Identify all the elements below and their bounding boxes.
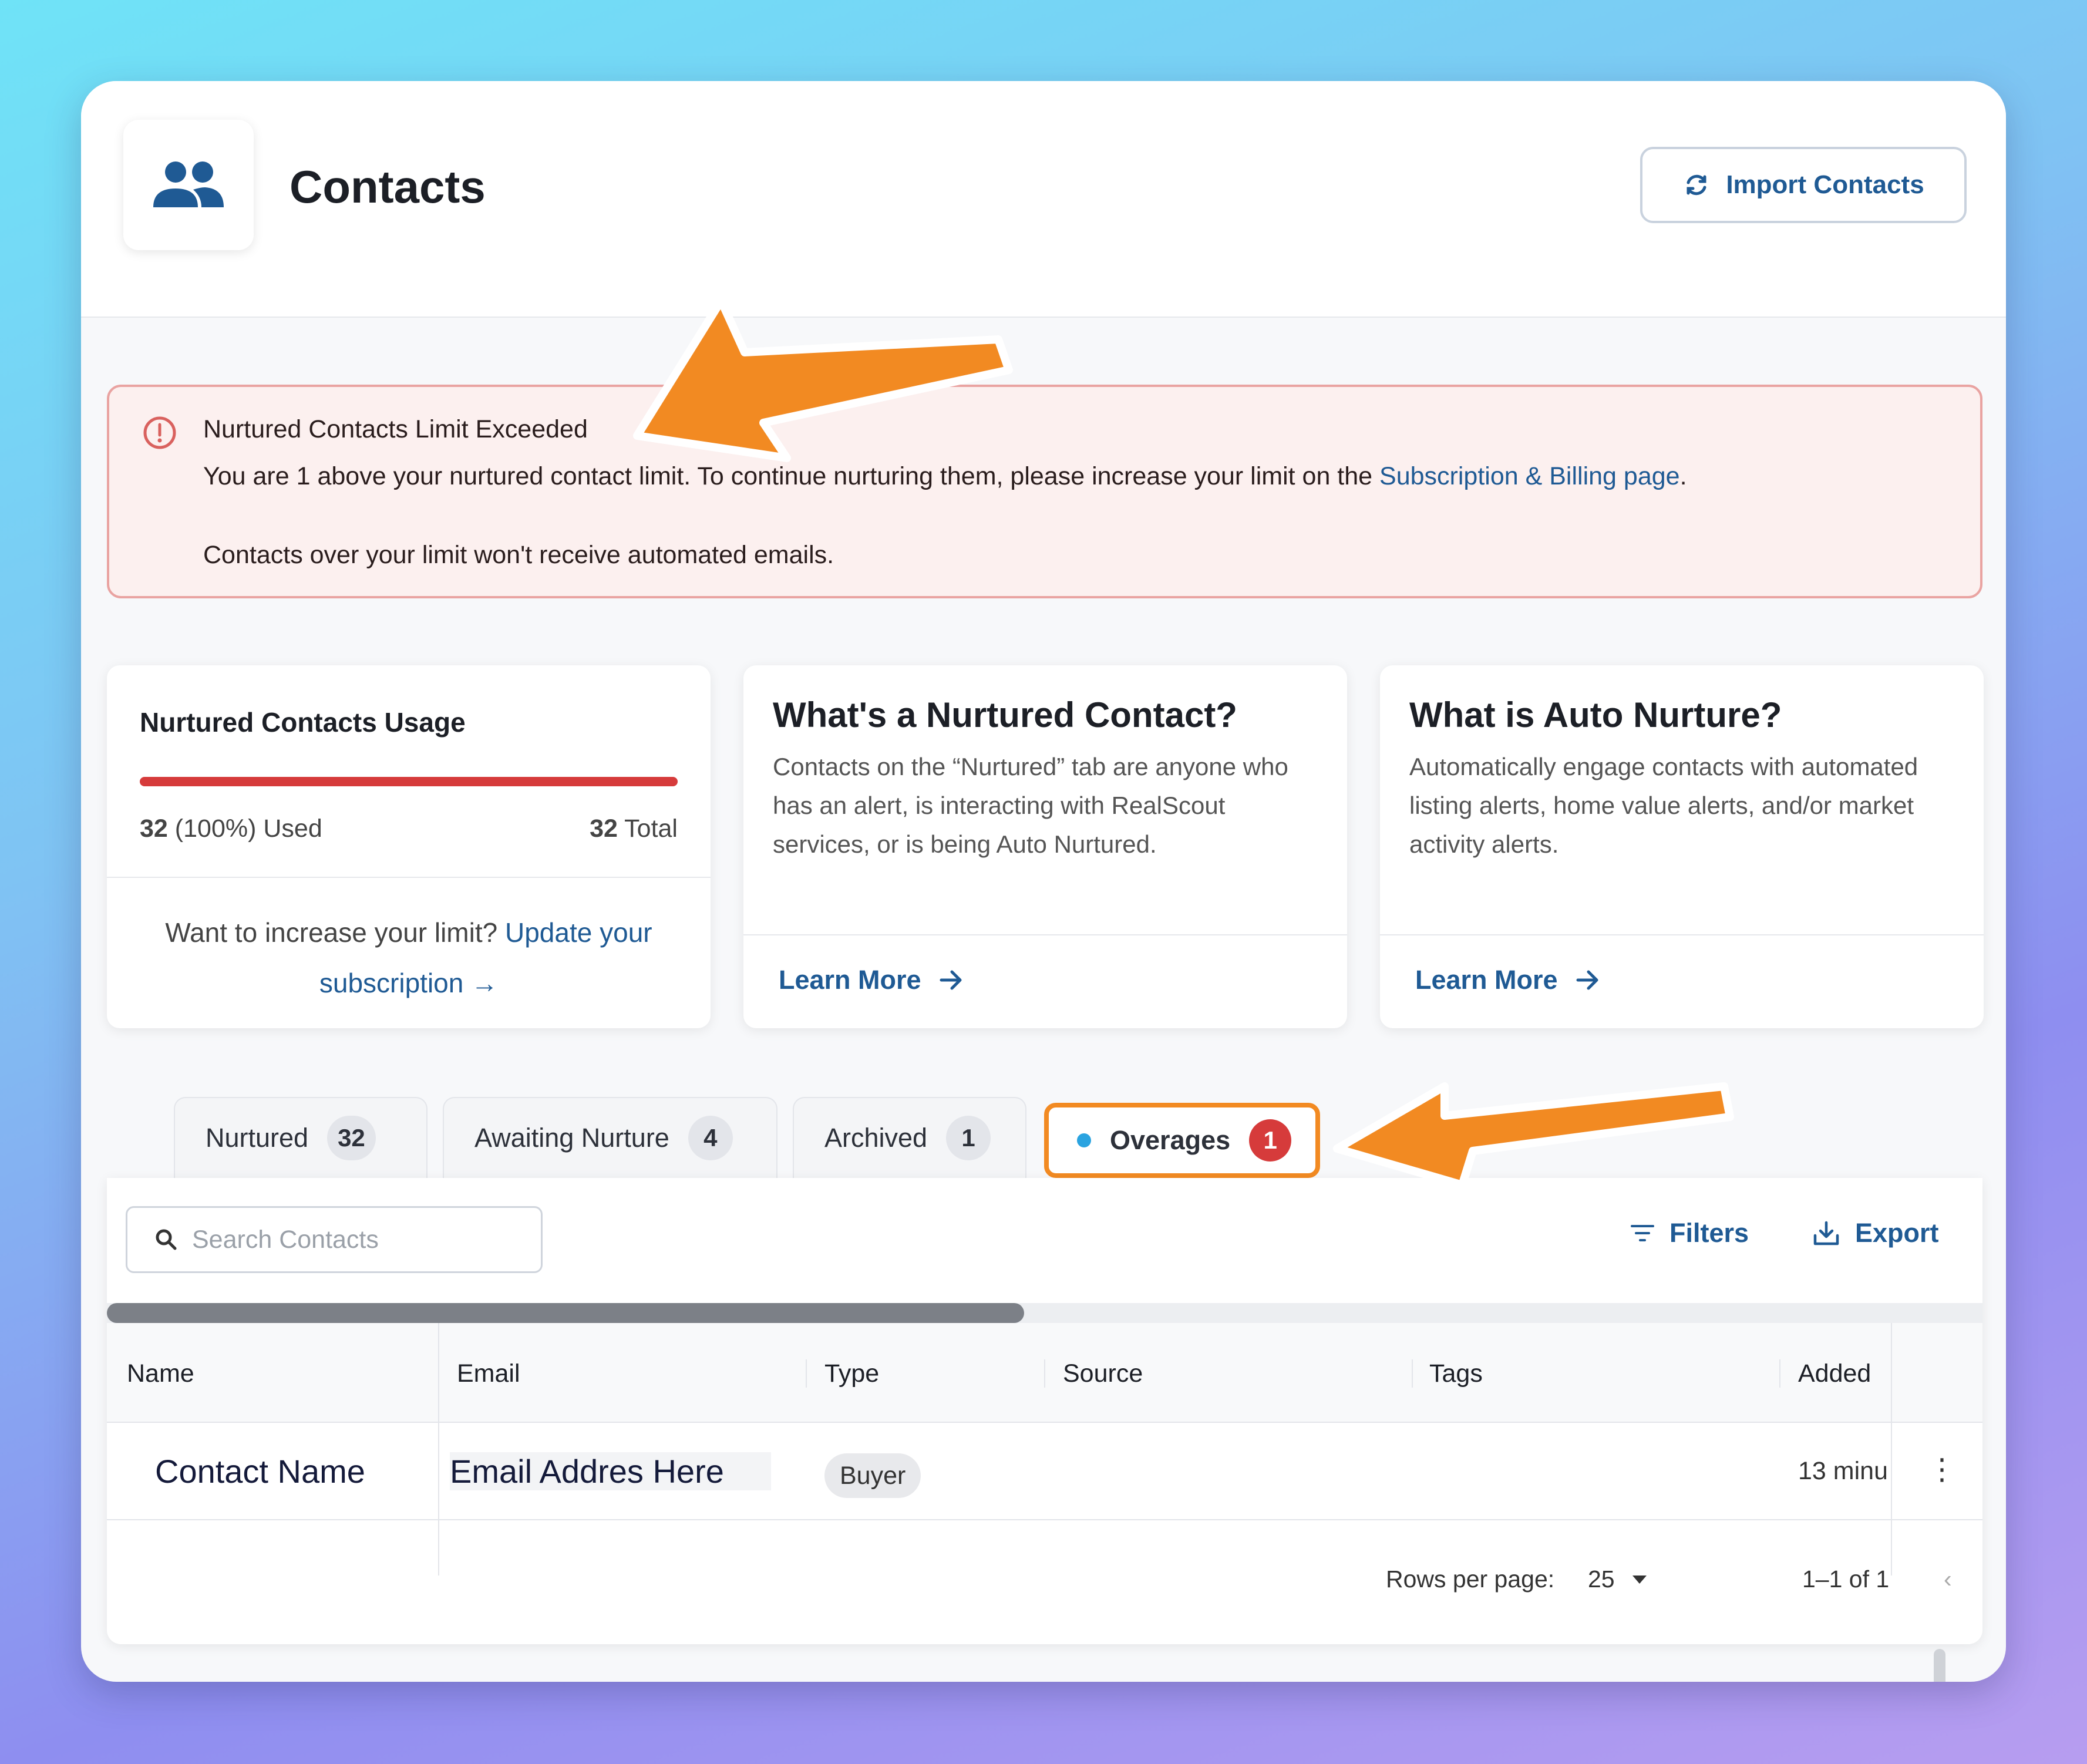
page-header: Contacts Import Contacts	[81, 81, 2006, 318]
tab-nurtured[interactable]: Nurtured 32	[174, 1097, 428, 1178]
info-card-auto-nurture: What is Auto Nurture? Automatically enga…	[1380, 665, 1984, 1028]
column-header-source[interactable]: Source	[1063, 1359, 1143, 1388]
filters-label: Filters	[1669, 1218, 1749, 1248]
column-separator	[1044, 1359, 1045, 1388]
more-options-icon[interactable]: ⋮	[1927, 1452, 1957, 1486]
info-card-nurtured-contact: What's a Nurtured Contact? Contacts on t…	[743, 665, 1347, 1028]
card-divider	[1380, 934, 1984, 935]
table-header: Name Email Type Source Tags Added	[107, 1323, 1982, 1423]
card-divider	[743, 934, 1347, 935]
subscription-billing-link[interactable]: Subscription & Billing page	[1379, 462, 1680, 490]
usage-total-label: Total	[624, 814, 678, 843]
import-contacts-button[interactable]: Import Contacts	[1640, 147, 1967, 223]
tab-label: Awaiting Nurture	[474, 1123, 669, 1153]
people-icon	[153, 161, 224, 207]
alert-message-text: You are 1 above your nurtured contact li…	[203, 462, 1380, 490]
info-card-body: Automatically engage contacts with autom…	[1409, 753, 1918, 858]
download-icon	[1813, 1221, 1839, 1245]
rows-per-page-value: 25	[1588, 1566, 1615, 1593]
column-separator	[1779, 1359, 1780, 1388]
alert-title: Nurtured Contacts Limit Exceeded	[203, 415, 588, 443]
tab-label: Overages	[1110, 1125, 1231, 1155]
info-card-title: What is Auto Nurture?	[1409, 695, 1782, 735]
arrow-right-icon	[1576, 970, 1598, 990]
usage-used: 32 (100%) Used	[140, 814, 322, 843]
contacts-logo	[123, 120, 254, 250]
learn-more-link[interactable]: Learn More	[1415, 965, 1600, 995]
export-label: Export	[1855, 1218, 1939, 1248]
column-header-name[interactable]: Name	[127, 1359, 194, 1388]
column-header-email[interactable]: Email	[457, 1359, 520, 1388]
rows-per-page-select[interactable]: 25	[1588, 1566, 1647, 1593]
app-window: Contacts Import Contacts Nurtured Contac…	[81, 81, 2006, 1682]
search-placeholder: Search Contacts	[192, 1225, 379, 1254]
usage-progress-bar	[140, 777, 678, 786]
learn-more-label: Learn More	[1415, 965, 1558, 995]
tab-count-badge: 1	[1249, 1119, 1292, 1162]
contact-email: Email Addres Here	[450, 1452, 771, 1490]
usage-used-value: 32	[140, 814, 168, 843]
page-title: Contacts	[290, 161, 486, 213]
update-subscription-link-cont[interactable]: subscription →	[319, 968, 498, 998]
learn-more-label: Learn More	[779, 965, 921, 995]
usage-total: 32 Total	[590, 814, 678, 843]
filter-icon	[1631, 1225, 1654, 1241]
tab-count-badge: 32	[327, 1116, 376, 1160]
tab-label: Nurtured	[206, 1123, 309, 1153]
tab-awaiting-nurture[interactable]: Awaiting Nurture 4	[443, 1097, 777, 1178]
column-header-type[interactable]: Type	[824, 1359, 879, 1388]
prev-page-icon[interactable]: ‹	[1944, 1566, 1952, 1593]
caret-down-icon	[1632, 1575, 1647, 1584]
vertical-scrollbar[interactable]	[1934, 1649, 1945, 1682]
tab-label: Archived	[824, 1123, 928, 1153]
table-row[interactable]: Contact Name Email Addres Here Buyer 13 …	[107, 1423, 1982, 1520]
contact-name[interactable]: Contact Name	[155, 1452, 365, 1490]
usage-used-label: (100%) Used	[174, 814, 322, 843]
export-button[interactable]: Export	[1813, 1218, 1939, 1248]
limit-exceeded-alert: Nurtured Contacts Limit Exceeded You are…	[107, 385, 1982, 598]
pagination-range: 1–1 of 1	[1802, 1566, 1890, 1593]
type-badge: Buyer	[824, 1453, 921, 1498]
search-input[interactable]: Search Contacts	[126, 1206, 543, 1273]
learn-more-link[interactable]: Learn More	[779, 965, 964, 995]
usage-total-value: 32	[590, 814, 618, 843]
tab-count-badge: 1	[946, 1116, 991, 1160]
usage-footer: Want to increase your limit? Update your…	[107, 907, 711, 1008]
usage-card: Nurtured Contacts Usage 32 (100%) Used 3…	[107, 665, 711, 1028]
column-separator	[806, 1359, 807, 1388]
usage-footer-text: Want to increase your limit?	[165, 917, 498, 948]
status-dot	[1077, 1133, 1091, 1147]
arrow-right-icon	[940, 970, 962, 990]
alert-circle-icon	[143, 416, 176, 449]
alert-message-end: .	[1679, 462, 1687, 490]
info-card-title: What's a Nurtured Contact?	[773, 695, 1237, 735]
contact-added: 13 minu	[1798, 1457, 1886, 1485]
import-contacts-label: Import Contacts	[1726, 170, 1924, 199]
column-header-tags[interactable]: Tags	[1429, 1359, 1483, 1388]
tab-overages[interactable]: Overages 1	[1044, 1103, 1320, 1178]
scrollbar-thumb[interactable]	[107, 1303, 1024, 1323]
tab-archived[interactable]: Archived 1	[793, 1097, 1026, 1178]
column-separator	[1412, 1359, 1413, 1388]
filters-button[interactable]: Filters	[1631, 1218, 1749, 1248]
sync-icon	[1687, 174, 1706, 196]
card-divider	[107, 877, 711, 878]
column-header-added[interactable]: Added	[1798, 1359, 1871, 1388]
info-card-body: Contacts on the “Nurtured” tab are anyon…	[773, 753, 1288, 858]
alert-message: You are 1 above your nurtured contact li…	[203, 462, 1687, 491]
usage-title: Nurtured Contacts Usage	[140, 707, 466, 738]
search-icon	[156, 1229, 177, 1250]
update-subscription-link[interactable]: Update your	[505, 917, 652, 948]
rows-per-page-label: Rows per page:	[1386, 1566, 1555, 1593]
alert-note: Contacts over your limit won't receive a…	[203, 541, 834, 569]
tab-count-badge: 4	[688, 1116, 733, 1160]
contacts-table-panel: Search Contacts Filters Export Name Emai…	[107, 1178, 1982, 1644]
